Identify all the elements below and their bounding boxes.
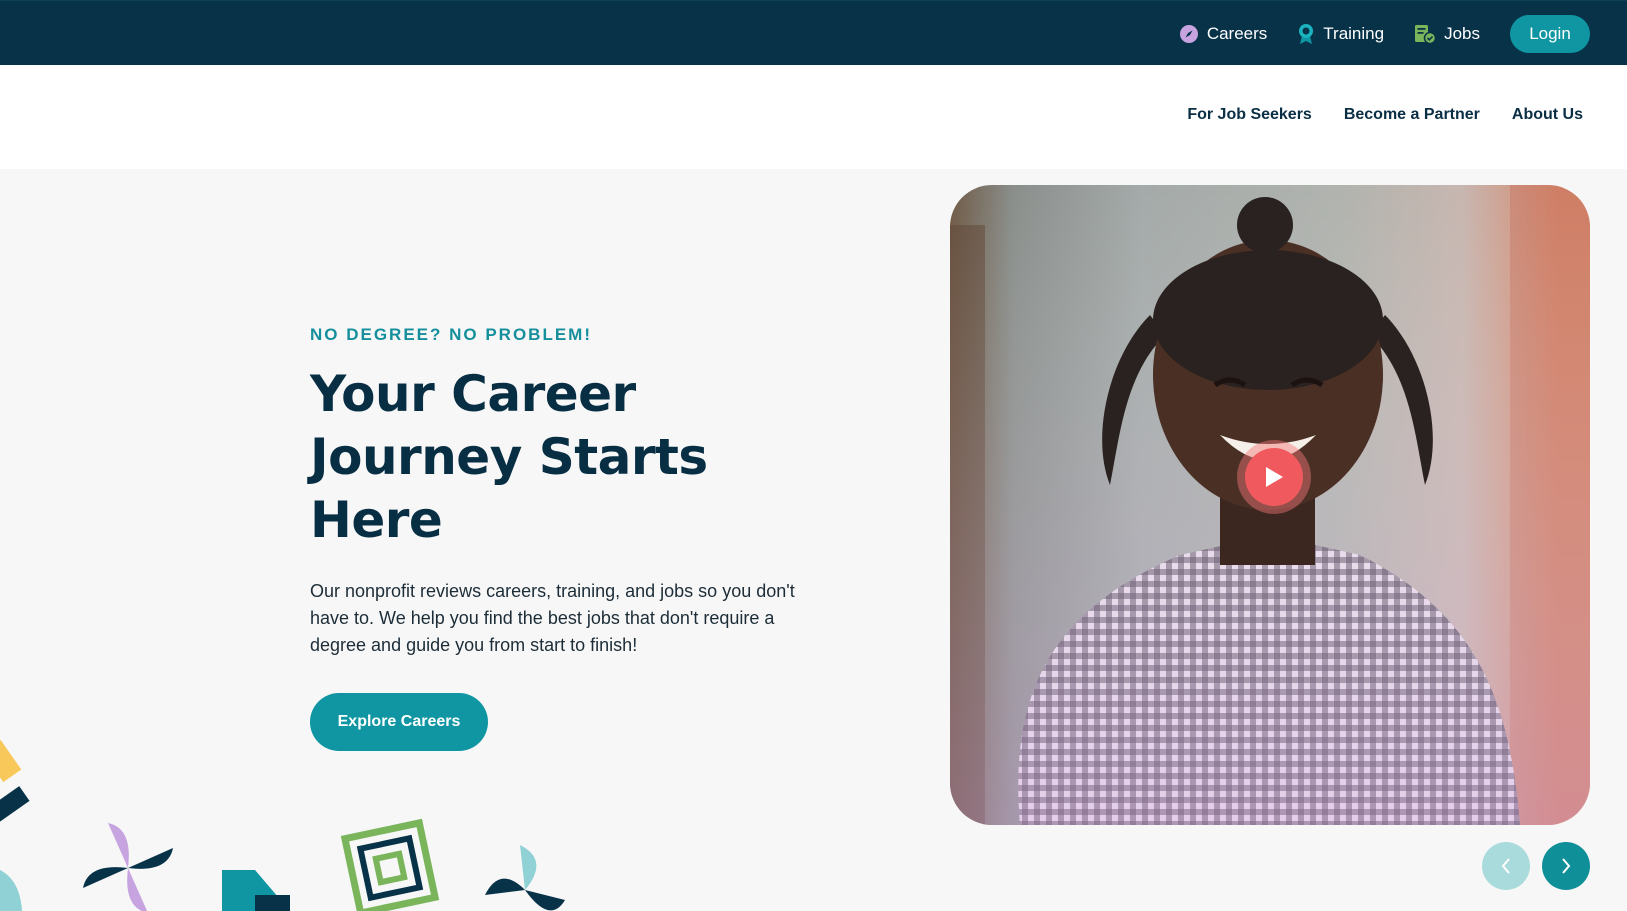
deco-yellow-bar — [0, 740, 22, 783]
decorative-shapes — [0, 740, 565, 911]
hero-eyebrow: NO DEGREE? NO PROBLEM! — [310, 325, 593, 344]
login-button[interactable]: Login — [1510, 15, 1590, 53]
nav-for-job-seekers[interactable]: For Job Seekers — [1187, 106, 1312, 124]
deco-navy-bar — [0, 786, 30, 824]
deco-teal-leaf-left — [0, 870, 22, 911]
nav-become-a-partner[interactable]: Become a Partner — [1344, 106, 1480, 124]
compass-icon — [1179, 25, 1198, 43]
nav-about-us[interactable]: About Us — [1512, 106, 1583, 124]
carousel-next-button[interactable] — [1542, 842, 1590, 890]
hero-section: NO DEGREE? NO PROBLEM! Your Career Journ… — [310, 325, 830, 751]
award-ribbon-icon — [1299, 24, 1314, 44]
deco-pinwheel-1 — [83, 823, 173, 911]
chevron-left-icon — [1501, 858, 1510, 874]
top-utility-bar: Careers Training Jobs Login — [0, 0, 1627, 65]
deco-pinwheel-2 — [485, 845, 565, 911]
deco-navy-block — [255, 895, 290, 911]
deco-green-spiral — [340, 818, 440, 911]
hero-description: Our nonprofit reviews careers, training,… — [310, 581, 795, 655]
nav-careers-label: Careers — [1206, 24, 1268, 43]
carousel-prev-button[interactable] — [1482, 842, 1530, 890]
play-icon — [1266, 467, 1283, 487]
nav-training[interactable]: Training — [1297, 23, 1384, 45]
nav-training-label: Training — [1323, 24, 1385, 43]
utility-nav: Careers Training Jobs Login — [1179, 15, 1590, 53]
main-nav-links: For Job Seekers Become a Partner About U… — [1155, 106, 1583, 124]
nav-jobs-label: Jobs — [1444, 24, 1480, 43]
play-button[interactable] — [1237, 440, 1311, 514]
chevron-right-icon — [1562, 858, 1571, 874]
hero-video[interactable] — [950, 185, 1590, 825]
main-navigation: For Job Seekers Become a Partner About U… — [0, 65, 1627, 169]
nav-careers[interactable]: Careers — [1179, 24, 1267, 44]
play-button-inner — [1245, 448, 1303, 506]
job-document-check-icon — [1415, 25, 1437, 44]
hero-headline: Your Career Journey Starts Here — [310, 365, 708, 549]
nav-jobs[interactable]: Jobs — [1414, 24, 1480, 44]
